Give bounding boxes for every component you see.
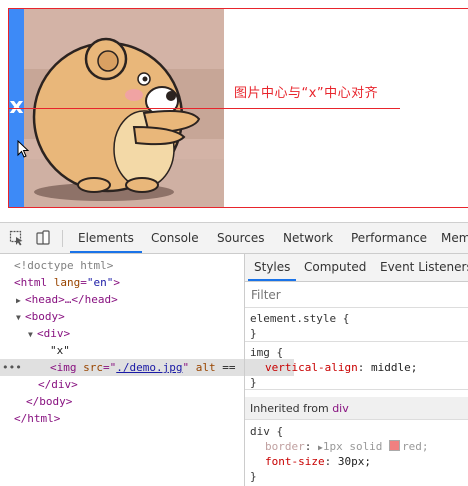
- rendered-page: x 图片中心与“x”中心对齐: [0, 0, 468, 222]
- border-prop: border: [265, 440, 305, 453]
- collapse-triangle-icon[interactable]: ▼: [16, 309, 25, 326]
- rule-div[interactable]: div { border: ▶1px solid red; font-size:…: [245, 421, 468, 486]
- filter-bar: [245, 282, 468, 308]
- head-tag: <head>…</head>: [25, 293, 118, 306]
- tree-body-open[interactable]: ▼ <body>: [0, 308, 260, 325]
- tab-sources[interactable]: Sources: [217, 223, 264, 253]
- tree-doctype[interactable]: <!doctype html>: [0, 257, 258, 274]
- lang-attr: lang: [53, 276, 81, 289]
- tree-div-open[interactable]: ▼ <div>: [0, 325, 272, 342]
- rule-element-style[interactable]: element.style { }: [245, 309, 468, 342]
- elements-tree: <!doctype html> <html lang="en"> ▶ <head>…: [0, 254, 294, 486]
- border-color-value: red;: [402, 440, 429, 453]
- vertical-align-value: middle;: [370, 361, 418, 374]
- vertical-align-declaration[interactable]: vertical-align: middle;: [245, 360, 468, 375]
- tree-html-close[interactable]: </html>: [0, 410, 258, 427]
- border-value: 1px solid: [322, 440, 383, 453]
- inherited-header: Inherited from div: [245, 397, 468, 420]
- device-toolbar-icon[interactable]: [35, 230, 51, 246]
- color-swatch-icon[interactable]: [389, 440, 401, 451]
- lang-value: "en": [86, 276, 114, 289]
- div-selector: div {: [250, 425, 284, 438]
- font-size-declaration[interactable]: font-size: 30px;: [245, 454, 468, 469]
- center-guide-line: [9, 108, 400, 109]
- x-text: x: [9, 94, 24, 119]
- src-attr: src: [83, 361, 103, 374]
- src-close: ": [182, 361, 190, 374]
- div-close-tag: </div>: [38, 378, 78, 391]
- toolbar-separator: [62, 230, 63, 247]
- doctype-text: <!doctype html>: [14, 259, 114, 272]
- tree-body-close[interactable]: </body>: [0, 393, 270, 410]
- tab-performance[interactable]: Performance: [351, 223, 427, 253]
- collapse-triangle-icon[interactable]: ▼: [28, 326, 37, 343]
- html-tag: <html: [14, 276, 48, 289]
- src-link[interactable]: ./demo.jpg: [116, 361, 182, 374]
- devtools-panel: Elements Console Sources Network Perform…: [0, 222, 468, 486]
- styles-tabbar: Styles Computed Event Listeners: [245, 254, 468, 282]
- tab-event-listeners[interactable]: Event Listeners: [380, 254, 468, 281]
- font-size-prop: font-size: [265, 455, 325, 468]
- img-tag: <img: [50, 361, 77, 374]
- element-style-selector: element.style {: [250, 312, 350, 325]
- tab-network[interactable]: Network: [283, 223, 333, 253]
- more-options-icon[interactable]: •••: [2, 359, 22, 376]
- body-tag: <body>: [25, 310, 65, 323]
- filter-input[interactable]: [251, 287, 451, 303]
- alignment-annotation: 图片中心与“x”中心对齐: [234, 86, 379, 101]
- tab-computed[interactable]: Computed: [304, 254, 366, 281]
- selected-marker: ==: [215, 361, 236, 374]
- html-tag-close: >: [113, 276, 120, 289]
- close-brace: }: [250, 470, 257, 483]
- div-tag: <div>: [37, 327, 71, 340]
- tree-head[interactable]: ▶ <head>…</head>: [0, 291, 260, 308]
- tab-memory[interactable]: Mem: [441, 223, 468, 253]
- tab-styles[interactable]: Styles: [248, 254, 297, 281]
- tree-div-close[interactable]: </div>: [0, 376, 282, 393]
- close-brace: }: [250, 327, 257, 340]
- html-close-tag: </html>: [14, 412, 61, 425]
- vertical-align-prop: vertical-align: [265, 361, 358, 374]
- devtools-toolbar: Elements Console Sources Network Perform…: [0, 223, 468, 254]
- tab-elements[interactable]: Elements: [70, 223, 142, 253]
- tab-console[interactable]: Console: [151, 223, 199, 253]
- expand-triangle-icon[interactable]: ▶: [16, 292, 25, 309]
- text-node-x: "x": [50, 344, 70, 357]
- img-selector: img {: [250, 346, 284, 359]
- border-declaration[interactable]: border: ▶1px solid red;: [245, 439, 468, 454]
- inspect-element-icon[interactable]: [9, 230, 25, 246]
- inherited-from-div[interactable]: div: [332, 402, 349, 415]
- src-eq: =": [103, 361, 117, 374]
- rule-img[interactable]: img { vertical-align: middle; }: [245, 342, 468, 390]
- inherited-label: Inherited from: [250, 402, 329, 415]
- body-close-tag: </body>: [26, 395, 73, 408]
- tree-html-open[interactable]: <html lang="en">: [0, 274, 258, 291]
- close-brace: }: [250, 376, 257, 389]
- mouse-cursor-icon: [17, 140, 29, 158]
- alt-attr: alt: [195, 361, 216, 374]
- font-size-value: 30px;: [337, 455, 371, 468]
- styles-pane: Styles Computed Event Listeners element.…: [245, 254, 468, 486]
